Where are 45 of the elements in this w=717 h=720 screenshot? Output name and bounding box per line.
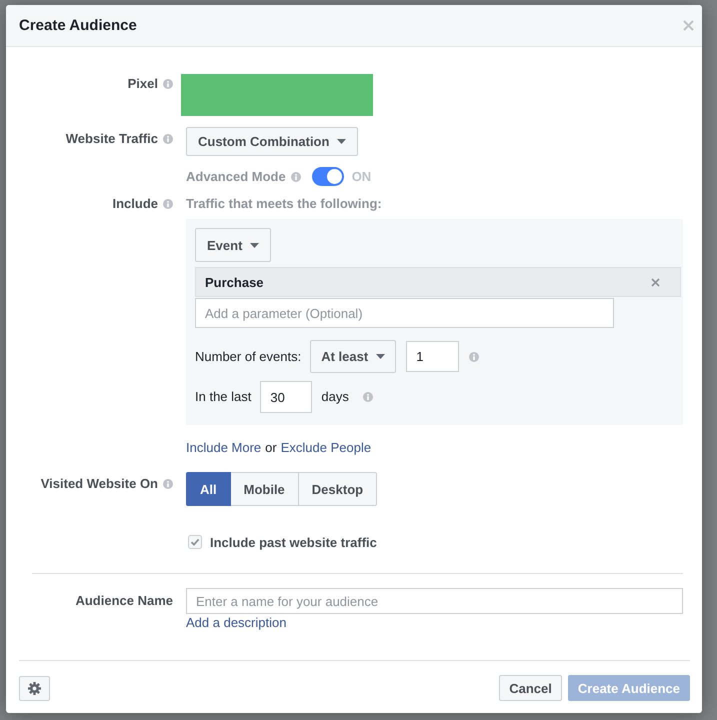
field-label: Include — [112, 196, 158, 212]
add-description-link[interactable]: Add a description — [186, 615, 286, 630]
cancel-button[interactable]: Cancel — [499, 675, 562, 701]
info-icon[interactable] — [163, 79, 173, 89]
checkbox[interactable] — [188, 535, 202, 549]
text-link[interactable]: Include More — [186, 440, 262, 456]
hint-text: Traffic that meets the following: — [186, 196, 382, 212]
period-unit: days — [321, 389, 349, 405]
field-label: Pixel — [128, 76, 158, 92]
conjunction-text: or — [265, 440, 277, 456]
dropdown-button[interactable]: At least — [310, 340, 396, 373]
window-title: Create Audience — [19, 16, 137, 34]
count-field[interactable]: 1 — [406, 341, 460, 372]
period-field[interactable]: 30 — [260, 381, 312, 413]
advanced-mode-label: Advanced Mode — [186, 168, 286, 184]
info-icon[interactable] — [163, 199, 173, 209]
info-icon[interactable] — [362, 392, 373, 402]
settings-button[interactable] — [19, 676, 50, 700]
segment-button[interactable]: Desktop — [298, 472, 378, 506]
remove-icon[interactable] — [651, 278, 660, 286]
event-name: Purchase — [205, 274, 264, 290]
period-label: In the last — [195, 389, 252, 405]
parameter-field[interactable]: Add a parameter (Optional) — [195, 298, 614, 328]
caret-icon — [376, 354, 386, 359]
dropdown-button[interactable]: Custom Combination — [186, 127, 358, 156]
field-label: Website Traffic — [66, 131, 158, 147]
segment-button[interactable]: All — [186, 472, 231, 506]
field-label: Visited Website On — [40, 476, 158, 492]
text-link[interactable]: Exclude People — [280, 440, 372, 456]
info-icon[interactable] — [163, 479, 173, 489]
toggle-state-text: ON — [352, 168, 372, 184]
dropdown-button[interactable]: Event — [195, 228, 272, 262]
gear-icon — [28, 682, 41, 694]
close-icon[interactable] — [683, 20, 694, 31]
caret-icon — [337, 139, 346, 144]
checkbox-label: Include past website traffic — [210, 534, 377, 550]
field-label: Audience Name — [75, 593, 173, 609]
caret-icon — [250, 242, 260, 248]
info-icon[interactable] — [469, 352, 480, 362]
audience-name-field[interactable]: Enter a name for your audience — [186, 588, 683, 614]
count-label: Number of events: — [195, 348, 302, 364]
info-icon[interactable] — [163, 134, 173, 144]
segment-button[interactable]: Mobile — [230, 472, 299, 506]
toggle-switch[interactable] — [312, 167, 344, 186]
info-icon[interactable] — [290, 172, 301, 182]
